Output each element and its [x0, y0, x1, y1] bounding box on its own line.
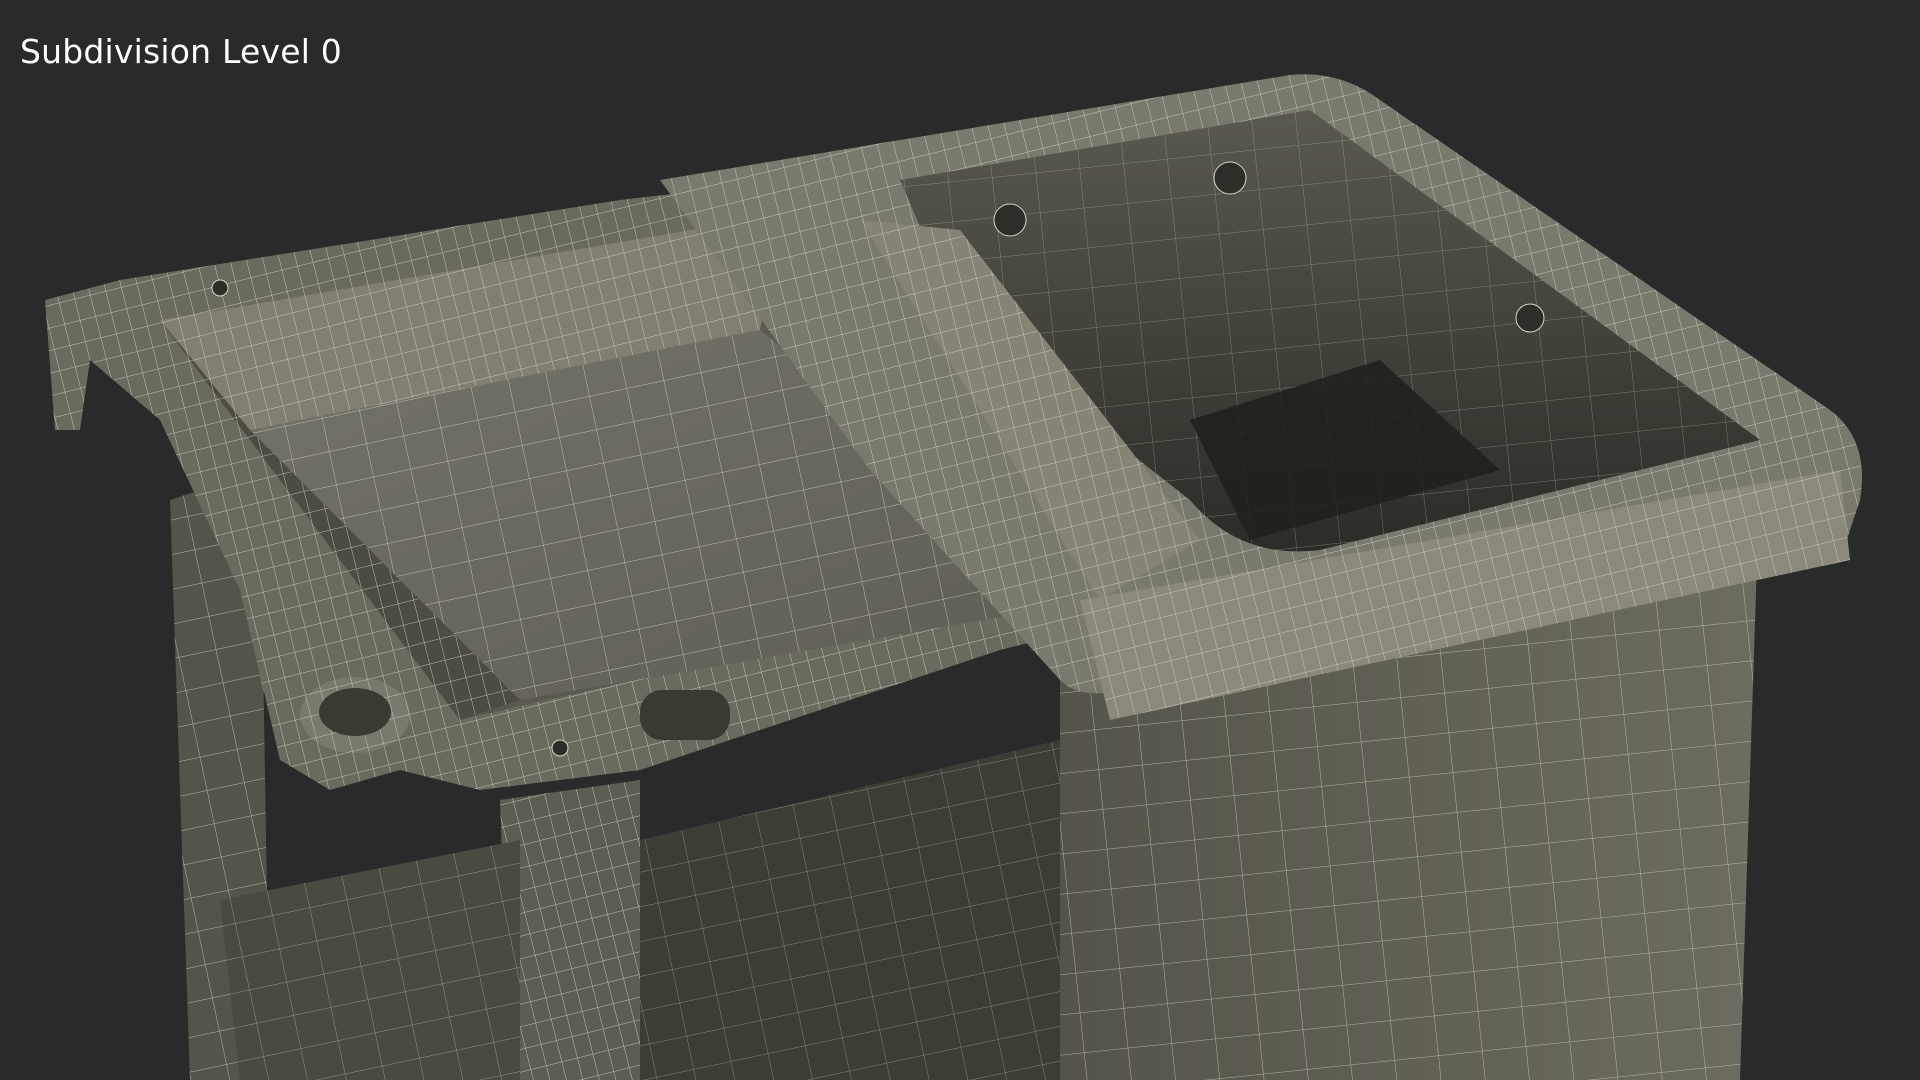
cart-wireframe-model — [45, 74, 1862, 1080]
render-viewport: Subdivision Level 0 — [0, 0, 1920, 1080]
subdivision-level-label: Subdivision Level 0 — [20, 32, 342, 71]
